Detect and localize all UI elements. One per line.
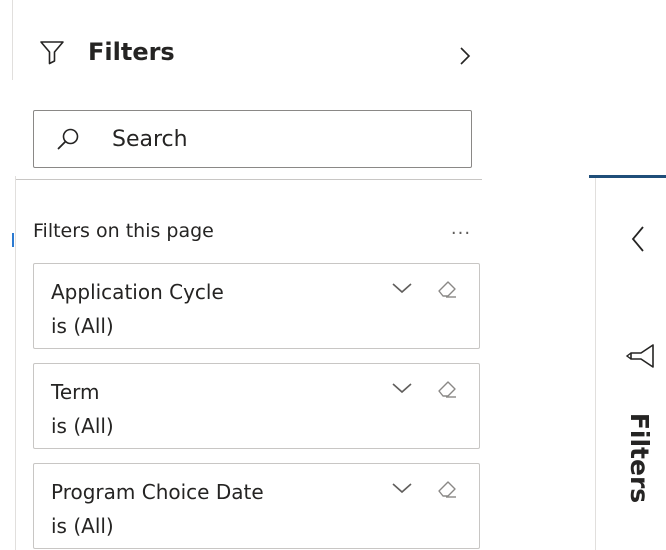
chevron-down-icon[interactable] xyxy=(391,279,413,297)
left-edge-line xyxy=(12,0,13,80)
filter-card-value: is (All) xyxy=(51,514,114,538)
search-box[interactable] xyxy=(33,110,472,168)
eraser-icon[interactable] xyxy=(436,378,458,400)
filter-card-title: Application Cycle xyxy=(51,280,224,304)
filters-pane: Filters Filters on this page ... Applica… xyxy=(16,0,488,550)
collapsed-filters-pane[interactable]: Filters xyxy=(589,175,666,550)
funnel-icon xyxy=(625,344,654,368)
filter-card-value: is (All) xyxy=(51,414,114,438)
eraser-icon[interactable] xyxy=(436,478,458,500)
chevron-down-icon[interactable] xyxy=(391,479,413,497)
search-icon xyxy=(57,128,79,150)
collapsed-pane-accent-bar xyxy=(589,175,666,178)
filter-card-title: Term xyxy=(51,380,100,404)
search-input[interactable] xyxy=(112,111,452,167)
divider xyxy=(16,179,482,180)
eraser-icon[interactable] xyxy=(436,278,458,300)
collapsed-pane-label: Filters xyxy=(625,412,654,504)
filter-card-title: Program Choice Date xyxy=(51,480,264,504)
expand-pane-chevron-left-icon[interactable] xyxy=(629,223,647,255)
left-accent-marker xyxy=(12,233,14,247)
filters-header: Filters xyxy=(16,0,488,100)
collapsed-pane-border xyxy=(595,178,596,550)
filter-card-application-cycle[interactable]: Application Cycle is (All) xyxy=(33,263,480,349)
filter-card-term[interactable]: Term is (All) xyxy=(33,363,480,449)
filter-card-value: is (All) xyxy=(51,314,114,338)
more-options-icon[interactable]: ... xyxy=(448,220,474,242)
filter-card-program-choice-date[interactable]: Program Choice Date is (All) xyxy=(33,463,480,549)
section-label: Filters on this page xyxy=(33,220,214,242)
funnel-icon xyxy=(40,41,64,65)
collapse-pane-chevron-right-icon[interactable] xyxy=(456,44,474,68)
chevron-down-icon[interactable] xyxy=(391,379,413,397)
pane-title: Filters xyxy=(88,38,175,66)
